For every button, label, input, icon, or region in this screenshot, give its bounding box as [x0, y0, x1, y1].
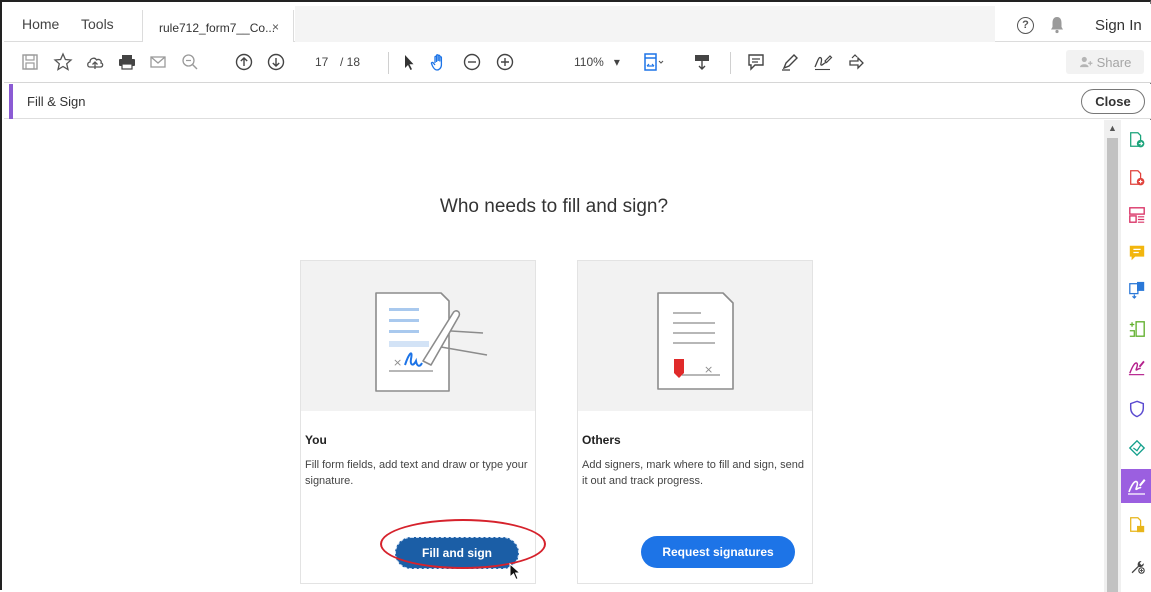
app-window: Home Tools rule712_form7__Co... × ? Sign… — [0, 0, 1151, 592]
others-card-title: Others — [582, 433, 621, 447]
fill-sign-toolbar: Fill & Sign Close — [4, 84, 1151, 119]
you-card-title: You — [305, 433, 327, 447]
fill-sign-active-icon[interactable] — [1121, 469, 1151, 503]
toolbar-divider — [388, 52, 389, 74]
star-icon[interactable] — [52, 51, 74, 73]
home-tab[interactable]: Home — [22, 16, 59, 32]
bell-icon[interactable] — [1049, 16, 1065, 34]
send-for-review-icon[interactable] — [1125, 436, 1149, 460]
page-total: / 18 — [340, 55, 361, 69]
zoom-out-icon[interactable] — [461, 51, 483, 73]
svg-text:×: × — [393, 356, 402, 369]
document-tab-title: rule712_form7__Co... — [159, 21, 276, 35]
mouse-cursor-icon — [509, 563, 522, 581]
svg-text:×: × — [704, 363, 713, 376]
sign-in-link[interactable]: Sign In — [1095, 17, 1142, 34]
chevron-down-icon: ▾ — [613, 55, 620, 69]
tab-bar-fill — [295, 6, 995, 43]
you-card-illustration-area: × — [301, 261, 535, 411]
document-tab[interactable]: rule712_form7__Co... × — [142, 10, 294, 43]
self-sign-illustration-icon: × — [375, 292, 488, 392]
comment-tool-icon[interactable] — [1125, 241, 1149, 265]
toolbar-divider — [730, 52, 731, 74]
next-page-icon[interactable] — [265, 51, 287, 73]
send-for-signature-icon[interactable] — [845, 51, 867, 73]
export-pdf-icon[interactable] — [1125, 128, 1149, 152]
tool-title: Fill & Sign — [27, 94, 86, 109]
highlight-pen-icon[interactable] — [779, 51, 801, 73]
document-tab-close-icon[interactable]: × — [272, 20, 279, 34]
sign-pen-icon[interactable] — [812, 51, 834, 73]
others-card: × Others Add signers, mark where to fill… — [577, 260, 813, 584]
scrollbar-thumb[interactable] — [1107, 138, 1118, 592]
you-card-description: Fill form fields, add text and draw or t… — [305, 459, 528, 487]
user-share-icon — [1079, 56, 1093, 68]
request-signatures-button[interactable]: Request signatures — [641, 536, 795, 568]
page-number-input[interactable]: 17 — [315, 55, 328, 69]
create-pdf-icon[interactable] — [1125, 166, 1149, 190]
others-card-illustration-area: × — [578, 261, 812, 411]
annotation-highlight-ellipse — [380, 519, 546, 569]
request-signature-illustration-icon: × — [657, 292, 734, 390]
tools-tab[interactable]: Tools — [81, 16, 114, 32]
share-label: Share — [1096, 54, 1132, 70]
tab-bar: Home Tools rule712_form7__Co... × ? Sign… — [4, 4, 1151, 43]
save-icon[interactable] — [19, 51, 41, 73]
share-button[interactable]: Share — [1066, 50, 1144, 74]
combine-files-icon[interactable] — [1125, 278, 1149, 302]
page-heading: Who needs to fill and sign? — [439, 196, 669, 217]
fill-sign-tool-icon[interactable] — [1125, 355, 1149, 379]
select-cursor-icon[interactable] — [398, 51, 420, 73]
zoom-in-icon[interactable] — [494, 51, 516, 73]
hand-tool-icon[interactable] — [428, 51, 450, 73]
help-icon[interactable]: ? — [1017, 17, 1034, 34]
print-icon[interactable] — [116, 51, 138, 73]
scroll-mode-icon[interactable] — [691, 51, 713, 73]
more-tools-wrench-icon[interactable] — [1125, 554, 1149, 578]
comment-icon[interactable] — [745, 51, 767, 73]
zoom-level-dropdown[interactable]: 110% ▾ — [574, 55, 620, 69]
previous-page-icon[interactable] — [233, 51, 255, 73]
organize-pages-icon[interactable] — [1125, 203, 1149, 227]
zoom-level-value: 110% — [574, 55, 604, 69]
upload-cloud-icon[interactable] — [84, 51, 106, 73]
fit-page-icon[interactable] — [640, 51, 668, 73]
close-button[interactable]: Close — [1081, 89, 1145, 114]
zoom-search-icon[interactable] — [179, 51, 201, 73]
protect-shield-icon[interactable] — [1125, 397, 1149, 421]
export-file-icon[interactable] — [1125, 513, 1149, 537]
edit-pdf-icon[interactable] — [1125, 317, 1149, 341]
tool-accent-bar — [9, 84, 13, 119]
email-icon[interactable] — [147, 51, 169, 73]
vertical-scrollbar[interactable]: ▲ — [1104, 120, 1121, 592]
scroll-up-icon[interactable]: ▲ — [1108, 123, 1117, 133]
right-tools-panel — [1121, 120, 1151, 592]
document-area: Who needs to fill and sign? × You Fill f… — [4, 120, 1104, 592]
others-card-description: Add signers, mark where to fill and sign… — [582, 459, 804, 487]
